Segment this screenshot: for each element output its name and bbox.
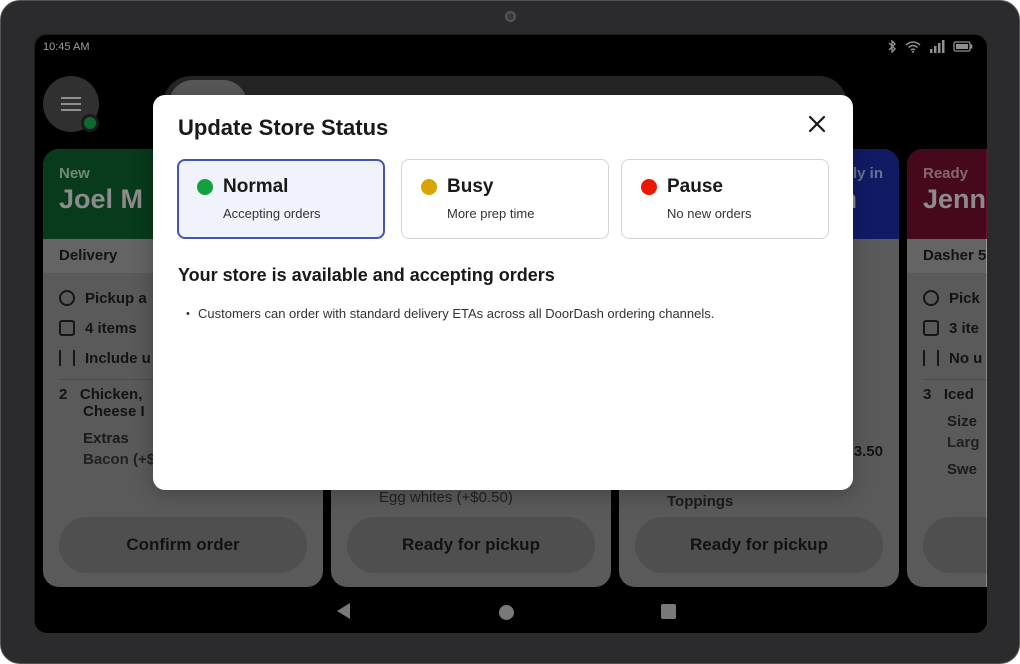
close-button[interactable] (805, 112, 829, 136)
option-description: Accepting orders (223, 206, 321, 221)
option-label: Pause (667, 176, 723, 197)
status-explanation-heading: Your store is available and accepting or… (178, 265, 555, 285)
option-description: No new orders (667, 206, 752, 221)
close-icon (808, 115, 826, 133)
status-option-pause[interactable]: Pause No new orders (621, 159, 829, 239)
option-label: Normal (223, 176, 289, 197)
update-store-status-dialog: Update Store Status Normal Accepting ord… (153, 95, 853, 490)
status-explanation-list: Customers can order with standard delive… (186, 305, 714, 323)
status-option-normal[interactable]: Normal Accepting orders (177, 159, 385, 239)
status-option-busy[interactable]: Busy More prep time (401, 159, 609, 239)
green-status-dot (197, 179, 213, 195)
option-description: More prep time (447, 206, 535, 221)
yellow-status-dot (421, 179, 437, 195)
camera-icon (505, 11, 516, 22)
status-explanation-item: Customers can order with standard delive… (186, 305, 714, 323)
red-status-dot (641, 179, 657, 195)
status-options: Normal Accepting orders Busy More prep t… (177, 159, 829, 239)
option-label: Busy (447, 176, 494, 197)
dialog-title: Update Store Status (178, 115, 389, 140)
